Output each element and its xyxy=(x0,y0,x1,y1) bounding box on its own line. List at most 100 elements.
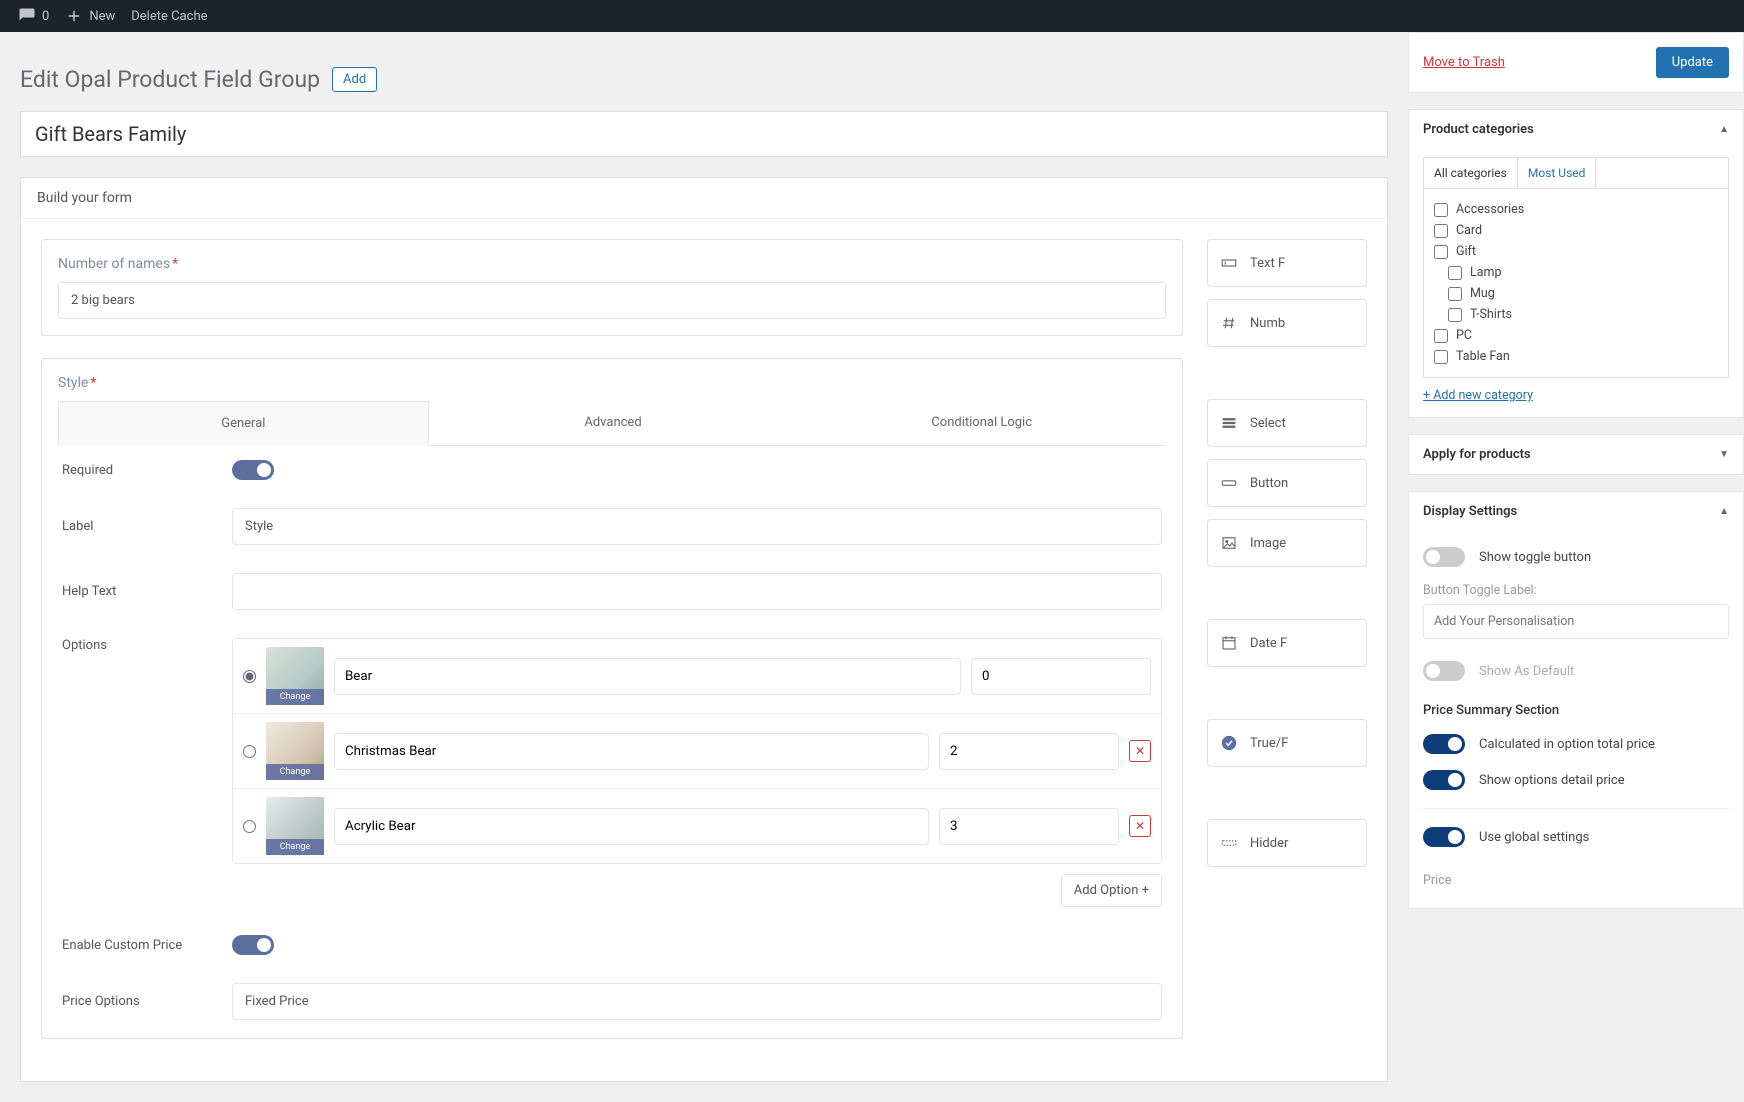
tab-advanced[interactable]: Advanced xyxy=(429,401,798,445)
field-type-button[interactable]: Button xyxy=(1207,459,1367,507)
help-text-label: Help Text xyxy=(62,584,212,599)
option-thumbnail[interactable]: Change xyxy=(266,797,324,855)
field-style: Style* General Advanced Conditional Logi… xyxy=(41,358,1183,1039)
publish-box: Move to Trash Update xyxy=(1408,32,1744,93)
use-global-label: Use global settings xyxy=(1479,830,1589,845)
option-delete-icon[interactable]: ✕ xyxy=(1129,740,1151,762)
cat-tab-all[interactable]: All categories xyxy=(1424,158,1518,188)
caret-up-icon: ▲ xyxy=(1719,124,1729,135)
add-option-button[interactable]: Add Option + xyxy=(1061,874,1162,907)
field-type-list: Text F Numb Select But xyxy=(1207,239,1367,1061)
show-as-default-toggle[interactable] xyxy=(1423,661,1465,681)
cat-item[interactable]: T-Shirts xyxy=(1448,304,1718,325)
image-icon xyxy=(1220,534,1238,552)
option-delete-icon[interactable]: ✕ xyxy=(1129,815,1151,837)
field-number-of-names: Number of names* xyxy=(41,239,1183,336)
group-title-input[interactable] xyxy=(20,111,1388,157)
cat-checkbox[interactable] xyxy=(1434,224,1448,238)
product-categories-header[interactable]: Product categories▲ xyxy=(1409,110,1743,149)
admin-bar-delete-cache[interactable]: Delete Cache xyxy=(123,9,215,24)
required-toggle[interactable] xyxy=(232,460,274,480)
option-radio[interactable] xyxy=(243,670,256,683)
field-type-hidden[interactable]: Hidder xyxy=(1207,819,1367,867)
admin-bar: 0 New Delete Cache xyxy=(0,0,1744,32)
build-form-header: Build your form xyxy=(21,178,1387,219)
option-row: Change xyxy=(233,639,1161,714)
admin-bar-new[interactable]: New xyxy=(57,7,123,25)
cat-item[interactable]: Card xyxy=(1434,220,1718,241)
button-icon xyxy=(1220,474,1238,492)
required-label: Required xyxy=(62,463,212,478)
option-thumbnail[interactable]: Change xyxy=(266,722,324,780)
show-toggle-button-label: Show toggle button xyxy=(1479,550,1591,565)
calc-total-toggle[interactable] xyxy=(1423,734,1465,754)
help-text-input[interactable] xyxy=(232,573,1162,610)
divider xyxy=(1423,808,1729,809)
option-thumbnail[interactable]: Change xyxy=(266,647,324,705)
tab-general[interactable]: General xyxy=(58,401,429,446)
price-options-select[interactable] xyxy=(232,983,1162,1020)
cat-item[interactable]: PC xyxy=(1434,325,1718,346)
option-value-input[interactable] xyxy=(939,808,1119,845)
enable-custom-price-toggle[interactable] xyxy=(232,935,274,955)
label-input[interactable] xyxy=(232,508,1162,545)
calendar-icon xyxy=(1220,634,1238,652)
input-number-of-names[interactable] xyxy=(58,282,1166,319)
button-toggle-label-input[interactable] xyxy=(1423,604,1729,639)
option-row: Change ✕ xyxy=(233,714,1161,789)
text-field-icon xyxy=(1220,254,1238,272)
option-radio[interactable] xyxy=(243,820,256,833)
cat-item[interactable]: Lamp xyxy=(1448,262,1718,283)
option-radio[interactable] xyxy=(243,745,256,758)
cat-checkbox[interactable] xyxy=(1434,203,1448,217)
field-type-truefalse[interactable]: True/F xyxy=(1207,719,1367,767)
price-summary-section-head: Price Summary Section xyxy=(1423,703,1729,718)
field-type-text[interactable]: Text F xyxy=(1207,239,1367,287)
show-toggle-button-toggle[interactable] xyxy=(1423,547,1465,567)
option-name-input[interactable] xyxy=(334,658,961,695)
use-global-toggle[interactable] xyxy=(1423,827,1465,847)
cat-item[interactable]: Mug xyxy=(1448,283,1718,304)
comment-icon xyxy=(18,7,36,25)
cat-checkbox[interactable] xyxy=(1434,245,1448,259)
options-label: Options xyxy=(62,638,212,653)
cat-checkbox[interactable] xyxy=(1448,266,1462,280)
caret-down-icon: ▼ xyxy=(1719,449,1729,460)
cat-tab-mostused[interactable]: Most Used xyxy=(1518,158,1597,188)
field-label-names: Number of names* xyxy=(58,256,1166,272)
thumb-change-label: Change xyxy=(266,839,324,855)
tab-conditional[interactable]: Conditional Logic xyxy=(797,401,1166,445)
cat-checkbox[interactable] xyxy=(1448,308,1462,322)
build-form-panel: Build your form Number of names* xyxy=(20,177,1388,1082)
cat-checkbox[interactable] xyxy=(1448,287,1462,301)
field-type-image[interactable]: Image xyxy=(1207,519,1367,567)
show-detail-toggle[interactable] xyxy=(1423,770,1465,790)
option-name-input[interactable] xyxy=(334,808,929,845)
cat-item[interactable]: Gift xyxy=(1434,241,1718,262)
cat-checkbox[interactable] xyxy=(1434,329,1448,343)
cat-item[interactable]: Table Fan xyxy=(1434,346,1718,367)
option-value-input[interactable] xyxy=(971,658,1151,695)
option-name-input[interactable] xyxy=(334,733,929,770)
thumb-change-label: Change xyxy=(266,689,324,705)
move-to-trash-link[interactable]: Move to Trash xyxy=(1423,55,1505,70)
style-tabs: General Advanced Conditional Logic xyxy=(58,401,1166,446)
list-icon xyxy=(1220,414,1238,432)
update-button[interactable]: Update xyxy=(1656,47,1729,78)
add-new-category-link[interactable]: + Add new category xyxy=(1423,388,1533,403)
thumb-change-label: Change xyxy=(266,764,324,780)
admin-bar-comments[interactable]: 0 xyxy=(10,7,57,25)
hidden-icon xyxy=(1220,834,1238,852)
field-type-select[interactable]: Select xyxy=(1207,399,1367,447)
show-detail-label: Show options detail price xyxy=(1479,773,1625,788)
display-settings-header[interactable]: Display Settings▲ xyxy=(1409,492,1743,531)
product-categories-box: Product categories▲ All categories Most … xyxy=(1408,109,1744,418)
add-new-button[interactable]: Add xyxy=(332,67,377,92)
field-type-date[interactable]: Date F xyxy=(1207,619,1367,667)
field-type-number[interactable]: Numb xyxy=(1207,299,1367,347)
option-value-input[interactable] xyxy=(939,733,1119,770)
apply-for-products-header[interactable]: Apply for products▼ xyxy=(1409,435,1743,474)
cat-item[interactable]: Accessories xyxy=(1434,199,1718,220)
cat-checkbox[interactable] xyxy=(1434,350,1448,364)
comments-count: 0 xyxy=(42,9,49,24)
